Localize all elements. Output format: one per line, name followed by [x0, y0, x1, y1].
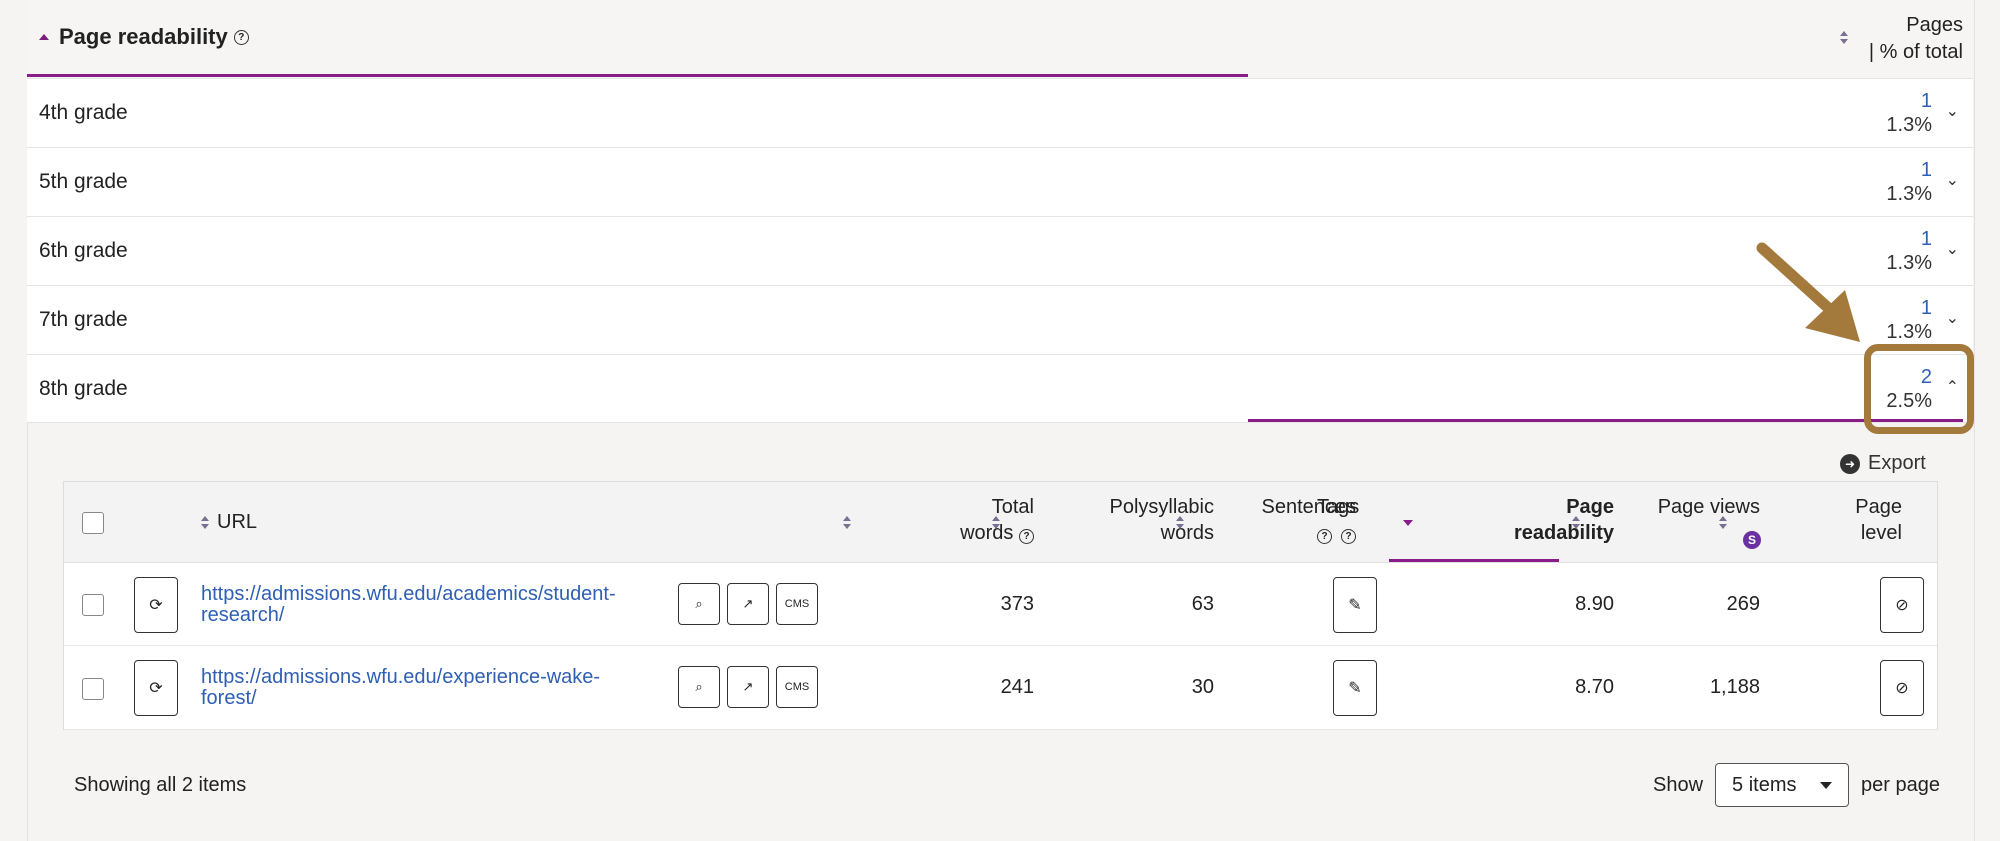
sort-icon[interactable] — [1572, 516, 1580, 530]
col-url[interactable]: URL — [217, 509, 257, 535]
group-label: 7th grade — [39, 308, 128, 331]
page-url-link[interactable]: https://admissions.wfu.edu/experience-wa… — [201, 667, 651, 709]
pages-column-header[interactable]: Pages | % of total — [1869, 12, 1963, 66]
cell-page-views: 1,188 — [1709, 676, 1760, 698]
inspect-page-icon[interactable]: ⌕ — [678, 666, 720, 708]
group-value: 1 1.3% — [1886, 296, 1932, 344]
cell-page-views: 269 — [1726, 593, 1760, 615]
show-label: Show — [1653, 773, 1704, 796]
sort-icon[interactable] — [201, 516, 209, 530]
group-count[interactable]: 1 — [1886, 227, 1932, 251]
cell-total-words: 241 — [1000, 676, 1034, 698]
sort-icon[interactable] — [1176, 516, 1184, 530]
cell-polysyllabic-words: 30 — [1191, 676, 1214, 698]
active-sort-underline — [27, 74, 1248, 77]
group-label: 5th grade — [39, 170, 128, 193]
per-page-label: per page — [1861, 773, 1940, 796]
page-url-link[interactable]: https://admissions.wfu.edu/academics/stu… — [201, 584, 651, 626]
cms-button[interactable]: CMS — [776, 666, 818, 708]
col-page-level[interactable]: Page level — [1784, 494, 1902, 546]
dropdown-caret-icon — [1820, 781, 1833, 789]
table-row: ⟳ https://admissions.wfu.edu/academics/s… — [64, 562, 1937, 646]
ignore-icon[interactable]: ⊘ — [1880, 660, 1924, 716]
edit-tags-icon[interactable]: ✎ — [1333, 660, 1377, 716]
annotation-arrow — [1756, 242, 1860, 342]
col-page-readability[interactable]: Page readability — [1394, 494, 1614, 546]
chevron-down-icon[interactable]: ⌄ — [1946, 308, 1959, 328]
cell-total-words: 373 — [1000, 593, 1034, 615]
export-icon: ➜ — [1840, 453, 1860, 474]
sort-icon[interactable] — [992, 516, 1000, 530]
group-value: 1 1.3% — [1886, 227, 1932, 275]
group-header: Page readability ? Pages | % of total — [27, 0, 1973, 79]
group-percent: 1.3% — [1886, 114, 1932, 136]
group-count[interactable]: 1 — [1886, 158, 1932, 182]
header-title: Page readability — [59, 24, 228, 49]
refresh-icon[interactable]: ⟳ — [134, 660, 178, 716]
table-row: ⟳ https://admissions.wfu.edu/experience-… — [64, 646, 1937, 730]
group-percent: 1.3% — [1886, 321, 1932, 343]
sort-icon[interactable] — [1719, 516, 1727, 530]
col-page-views[interactable]: Page views — [1594, 494, 1760, 520]
col-total-words[interactable]: Total words ? — [854, 494, 1034, 546]
per-page-select[interactable]: 5 items — [1715, 763, 1850, 807]
open-external-icon[interactable]: ↗ — [727, 583, 769, 625]
per-page-value: 5 items — [1732, 773, 1797, 796]
col-polysyllabic-words[interactable]: Polysyllabic words — [1024, 494, 1214, 546]
help-icon[interactable]: ? — [1317, 529, 1332, 544]
group-value: 1 1.3% — [1886, 89, 1932, 137]
group-label: 4th grade — [39, 101, 128, 124]
items-count: Showing all 2 items — [74, 774, 247, 796]
pages-table: URL Total words ? Polysyllabic words Sen… — [63, 481, 1938, 730]
row-checkbox[interactable] — [82, 678, 104, 700]
sort-by-readability[interactable]: Page readability ? — [39, 24, 249, 50]
sort-icon[interactable] — [1840, 31, 1848, 45]
group-percent: 1.3% — [1886, 252, 1932, 274]
group-label: 8th grade — [39, 377, 128, 400]
chevron-down-icon[interactable]: ⌄ — [1946, 170, 1959, 190]
group-row[interactable]: 5th grade 1 1.3% ⌄ — [27, 148, 1973, 217]
cell-page-readability: 8.90 — [1575, 593, 1614, 615]
sort-ascending-icon — [39, 34, 49, 40]
expanded-underline — [1248, 419, 1963, 422]
open-external-icon[interactable]: ↗ — [727, 666, 769, 708]
chevron-down-icon[interactable]: ⌄ — [1946, 239, 1959, 259]
group-count[interactable]: 1 — [1886, 89, 1932, 113]
edit-tags-icon[interactable]: ✎ — [1333, 577, 1377, 633]
help-icon[interactable]: ? — [233, 29, 249, 45]
group-value: 1 1.3% — [1886, 158, 1932, 206]
pagination-controls: Show 5 items per page — [1653, 763, 1940, 807]
group-label: 6th grade — [39, 239, 128, 262]
ignore-icon[interactable]: ⊘ — [1880, 577, 1924, 633]
group-percent: 1.3% — [1886, 183, 1932, 205]
group-row[interactable]: 7th grade 1 1.3% ⌄ — [27, 286, 1973, 355]
annotation-highlight-box — [1864, 344, 1974, 434]
col-tags[interactable]: Tags ? — [1317, 494, 1359, 546]
refresh-icon[interactable]: ⟳ — [134, 577, 178, 633]
row-checkbox[interactable] — [82, 594, 104, 616]
segment-badge: S — [1743, 531, 1761, 549]
cell-polysyllabic-words: 63 — [1191, 593, 1214, 615]
table-header: URL Total words ? Polysyllabic words Sen… — [64, 482, 1937, 563]
group-row[interactable]: 6th grade 1 1.3% ⌄ — [27, 217, 1973, 286]
group-row[interactable]: 4th grade 1 1.3% ⌄ — [27, 79, 1973, 148]
cms-button[interactable]: CMS — [776, 583, 818, 625]
export-label: Export — [1868, 452, 1926, 474]
chevron-down-icon[interactable]: ⌄ — [1946, 101, 1959, 121]
cell-page-readability: 8.70 — [1575, 676, 1614, 698]
inspect-page-icon[interactable]: ⌕ — [678, 583, 720, 625]
group-count[interactable]: 1 — [1886, 296, 1932, 320]
sort-icon[interactable] — [843, 516, 851, 530]
select-all-checkbox[interactable] — [82, 512, 104, 534]
group-row-expanded[interactable]: 8th grade 2 2.5% ⌃ — [27, 355, 1973, 423]
export-button[interactable]: ➜ Export — [1840, 452, 1926, 475]
